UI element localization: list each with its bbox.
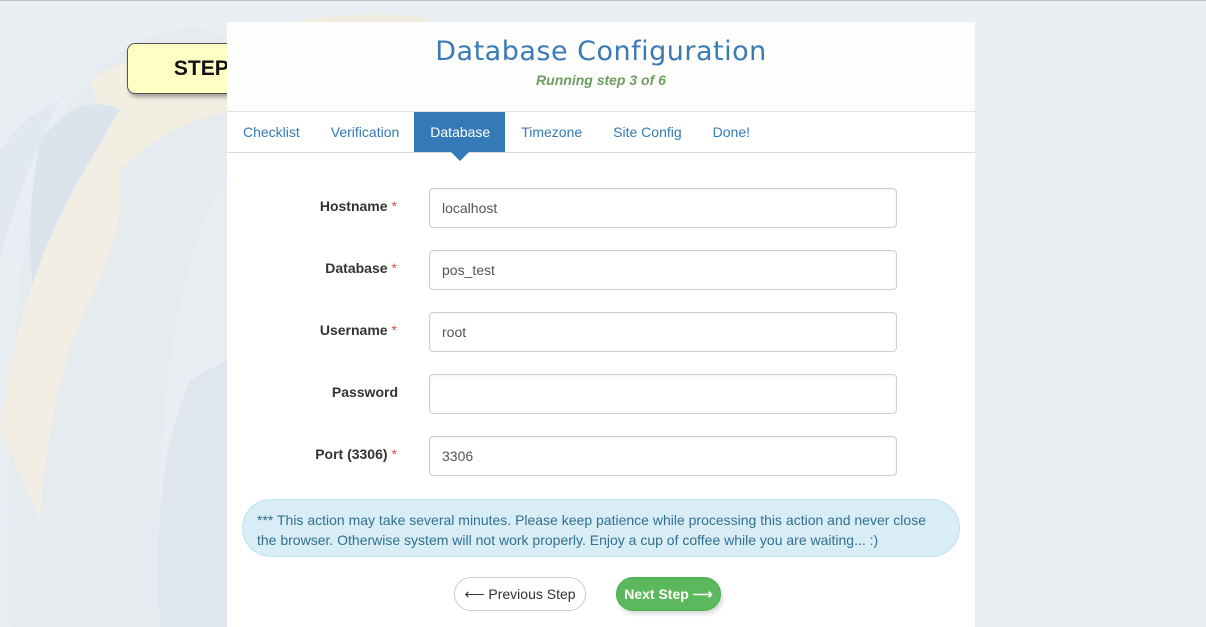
required-marker: * <box>391 446 397 462</box>
port-input[interactable]: 3306 <box>429 436 897 476</box>
tab-done[interactable]: Done! <box>697 112 765 152</box>
password-label: Password <box>331 384 398 400</box>
password-row: Password <box>227 374 975 414</box>
hostname-row: Hostname * localhost <box>227 188 975 228</box>
username-label: Username * <box>319 322 397 338</box>
tab-checklist[interactable]: Checklist <box>227 112 315 152</box>
database-label: Database * <box>325 260 397 276</box>
port-label: Port (3306) * <box>315 446 397 462</box>
required-marker: * <box>391 322 397 338</box>
panel-header: Database Configuration Running step 3 of… <box>227 22 975 112</box>
required-marker: * <box>391 198 397 214</box>
username-input[interactable]: root <box>429 312 897 352</box>
tab-timezone[interactable]: Timezone <box>505 112 597 152</box>
database-input[interactable]: pos_test <box>429 250 897 290</box>
tab-site-config[interactable]: Site Config <box>597 112 696 152</box>
hostname-input[interactable]: localhost <box>429 188 897 228</box>
page-title: Database Configuration <box>435 36 767 67</box>
tab-verification[interactable]: Verification <box>315 112 414 152</box>
tab-database[interactable]: Database <box>414 112 506 161</box>
database-row: Database * pos_test <box>227 250 975 290</box>
next-step-button[interactable]: Next Step ⟶ <box>616 577 721 611</box>
password-input[interactable] <box>429 374 897 414</box>
installer-panel: Database Configuration Running step 3 of… <box>227 22 975 627</box>
port-row: Port (3306) * 3306 <box>227 436 975 476</box>
required-marker: * <box>391 260 397 276</box>
wizard-tabs: Checklist Verification Database Timezone… <box>227 112 975 161</box>
username-row: Username * root <box>227 312 975 352</box>
info-notice: *** This action may take several minutes… <box>242 499 960 557</box>
previous-step-button[interactable]: ⟵ Previous Step <box>454 577 586 611</box>
hostname-label: Hostname * <box>319 198 397 214</box>
step-progress-text: Running step 3 of 6 <box>536 72 666 88</box>
